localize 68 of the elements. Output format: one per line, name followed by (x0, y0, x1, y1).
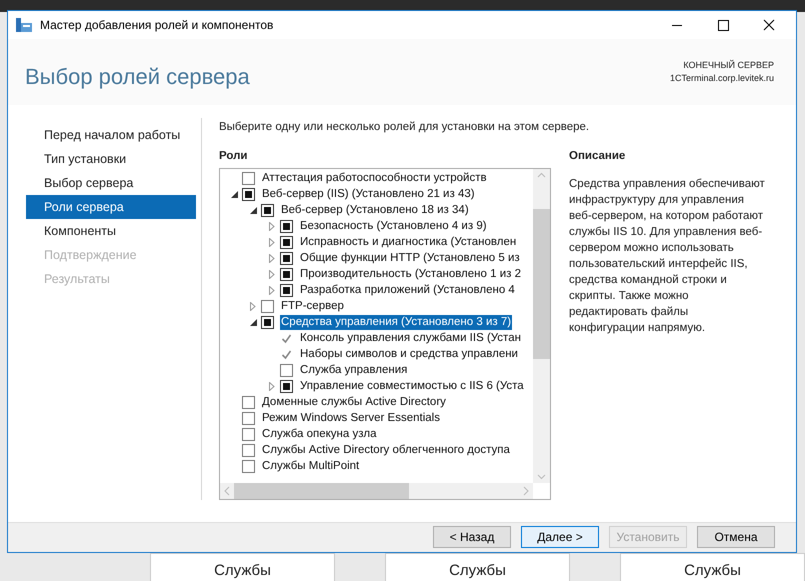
role-item[interactable]: Управление совместимостью с IIS 6 (Уста (299, 379, 525, 394)
role-item[interactable]: Общие функции HTTP (Установлено 5 из (299, 251, 521, 266)
role-item[interactable]: Службы Active Directory облегченного доступа (261, 443, 511, 458)
role-item[interactable]: Разработка приложений (Установлено 4 (299, 283, 516, 298)
checkbox[interactable] (261, 316, 274, 330)
background-tile: Службы (385, 553, 570, 581)
role-item[interactable]: Доменные службы Active Directory (261, 395, 447, 410)
collapse-icon[interactable] (230, 191, 238, 198)
wizard-step[interactable]: Выбор сервера (26, 170, 196, 195)
wizard-step: Результаты (26, 266, 196, 291)
role-item[interactable]: Режим Windows Server Essentials (261, 411, 441, 426)
wizard-step: Подтверждение (26, 242, 196, 267)
collapse-icon[interactable] (250, 319, 256, 326)
checkbox[interactable] (242, 172, 255, 186)
role-item[interactable]: Безопасность (Установлено 4 из 9) (299, 219, 488, 234)
checkbox[interactable] (242, 412, 255, 426)
expand-icon[interactable] (269, 238, 275, 248)
role-item[interactable]: Консоль управления службами IIS (Устан (299, 331, 522, 346)
expand-icon[interactable] (250, 302, 256, 312)
checkbox[interactable] (242, 188, 255, 202)
instruction-text: Выберите одну или несколько ролей для установки на этом сервере. (219, 120, 590, 133)
role-item[interactable]: Веб-сервер (Установлено 18 из 34) (280, 203, 470, 218)
background-tile: Службы (620, 553, 805, 581)
wizard-button[interactable]: < Назад (433, 526, 511, 548)
role-item[interactable]: Исправность и диагностика (Установлен (299, 235, 518, 250)
wizard-button[interactable]: Далее > (521, 526, 599, 548)
roles-heading: Роли (219, 150, 248, 164)
expand-icon[interactable] (269, 254, 275, 264)
checkbox[interactable] (280, 364, 293, 378)
expand-icon[interactable] (269, 222, 275, 232)
role-item[interactable]: Наборы символов и средства управлени (299, 347, 519, 362)
wizard-step[interactable]: Перед началом работы (26, 122, 196, 147)
wizard-icon (16, 18, 32, 32)
role-item[interactable]: Службы MultiPoint (261, 459, 360, 474)
wizard-step[interactable]: Роли сервера (26, 194, 196, 219)
window-title: Мастер добавления ролей и компонентов (40, 18, 274, 32)
checkbox[interactable] (242, 444, 255, 458)
checkbox[interactable] (261, 204, 274, 218)
checkbox[interactable] (280, 268, 293, 282)
target-server-name: 1CTerminal.corp.levitek.ru (670, 72, 774, 85)
role-item[interactable]: Веб-сервер (IIS) (Установлено 21 из 43) (261, 187, 476, 202)
wizard-step[interactable]: Компоненты (26, 218, 196, 243)
checkbox[interactable] (261, 300, 274, 314)
checkbox[interactable] (242, 460, 255, 474)
checkbox[interactable] (280, 220, 293, 234)
background-tile: Службы (150, 553, 335, 581)
collapse-icon[interactable] (250, 207, 256, 214)
target-server-label: КОНЕЧНЫЙ СЕРВЕР (683, 59, 774, 72)
checkbox[interactable] (280, 236, 293, 250)
expand-icon[interactable] (269, 382, 275, 392)
expand-icon[interactable] (269, 286, 275, 296)
role-item[interactable]: Производительность (Установлено 1 из 2 (299, 267, 522, 282)
description-text: Средства управления обеспечивают инфраструктуру для управления веб-сервером, на котором работают службы IIS 10. Для управления веб-сервером можно использовать пользовательский интерфейс IIS, средства командной строки и скрипты. Также можно редактировать файлы конфигурации напрямую. (569, 176, 765, 336)
wizard-button[interactable]: Отмена (697, 526, 775, 548)
role-item[interactable]: Средства управления (Установлено 3 из 7) (280, 315, 512, 330)
wizard-step[interactable]: Тип установки (26, 146, 196, 171)
description-heading: Описание (569, 150, 626, 164)
role-item[interactable]: Служба управления (299, 363, 408, 378)
checkbox[interactable] (242, 428, 255, 442)
role-item[interactable]: Аттестация работоспособности устройств (261, 171, 488, 186)
role-item[interactable]: Служба опекуна узла (261, 427, 378, 442)
checkbox[interactable] (280, 252, 293, 266)
page-title: Выбор ролей сервера (25, 64, 250, 90)
role-item[interactable]: FTP-сервер (280, 299, 345, 314)
checkbox[interactable] (242, 396, 255, 410)
checkbox[interactable] (280, 284, 293, 298)
expand-icon[interactable] (269, 270, 275, 280)
checkbox[interactable] (280, 380, 293, 394)
